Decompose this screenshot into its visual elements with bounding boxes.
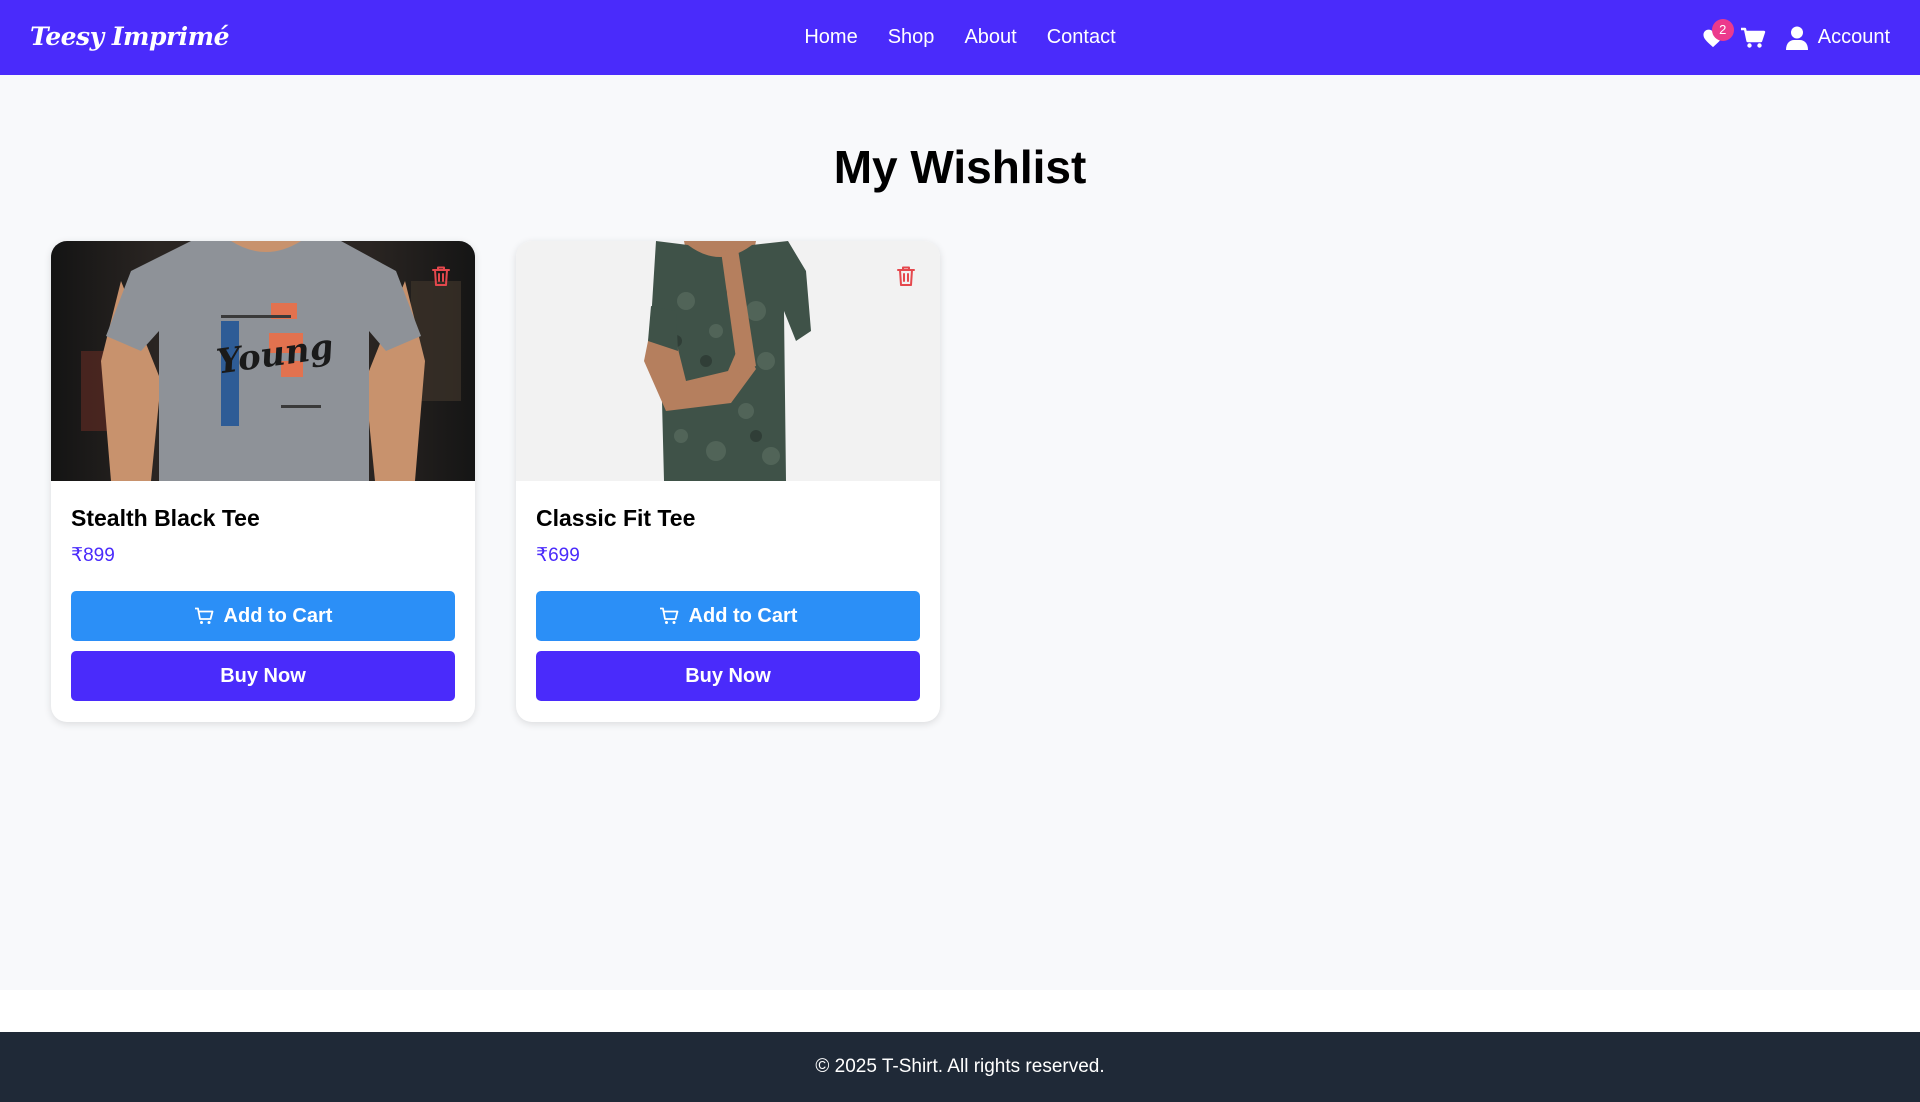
nav-actions: 2 Account: [1702, 0, 1890, 75]
brand-logo[interactable]: Teesy Imprimé: [30, 22, 230, 51]
product-image[interactable]: Young: [51, 241, 475, 481]
cart-icon: [194, 607, 213, 624]
nav-about-link[interactable]: About: [964, 26, 1016, 49]
trash-icon[interactable]: [896, 265, 916, 287]
wishlist-card: Classic Fit Tee ₹699 Add to Cart Buy Now: [516, 241, 940, 722]
product-image[interactable]: [516, 241, 940, 481]
product-name[interactable]: Classic Fit Tee: [536, 505, 695, 532]
wishlist-count-badge: 2: [1711, 18, 1734, 41]
footer: © 2025 T-Shirt. All rights reserved.: [0, 1032, 1920, 1102]
cart-button[interactable]: [1740, 27, 1766, 49]
add-to-cart-button[interactable]: Add to Cart: [536, 591, 920, 641]
cart-icon: [659, 607, 678, 624]
navbar: Teesy Imprimé Home Shop About Contact 2: [0, 0, 1920, 75]
wishlist-button[interactable]: 2: [1702, 18, 1734, 48]
nav-shop-link[interactable]: Shop: [888, 26, 935, 49]
wishlist-card: Young Stealth Black Tee ₹899 Add to Cart…: [51, 241, 475, 722]
user-icon: [1785, 26, 1808, 50]
buy-now-button[interactable]: Buy Now: [71, 651, 455, 701]
nav-contact-link[interactable]: Contact: [1047, 26, 1116, 49]
copyright-text: © 2025 T-Shirt. All rights reserved.: [815, 1056, 1105, 1077]
cart-icon: [1740, 27, 1765, 48]
account-label: Account: [1817, 26, 1890, 48]
wishlist-page: My Wishlist Young Stealth Black Tee ₹899…: [0, 75, 1920, 990]
product-price: ₹899: [71, 545, 115, 566]
product-name[interactable]: Stealth Black Tee: [71, 505, 260, 532]
add-to-cart-button[interactable]: Add to Cart: [71, 591, 455, 641]
page-title: My Wishlist: [833, 141, 1087, 193]
add-to-cart-label: Add to Cart: [223, 604, 333, 627]
nav-home-link[interactable]: Home: [804, 26, 857, 49]
product-price: ₹699: [536, 545, 580, 566]
account-menu[interactable]: Account: [1785, 26, 1890, 50]
main-nav: Home Shop About Contact: [0, 0, 1920, 75]
add-to-cart-label: Add to Cart: [688, 604, 798, 627]
buy-now-button[interactable]: Buy Now: [536, 651, 920, 701]
trash-icon[interactable]: [431, 265, 451, 287]
